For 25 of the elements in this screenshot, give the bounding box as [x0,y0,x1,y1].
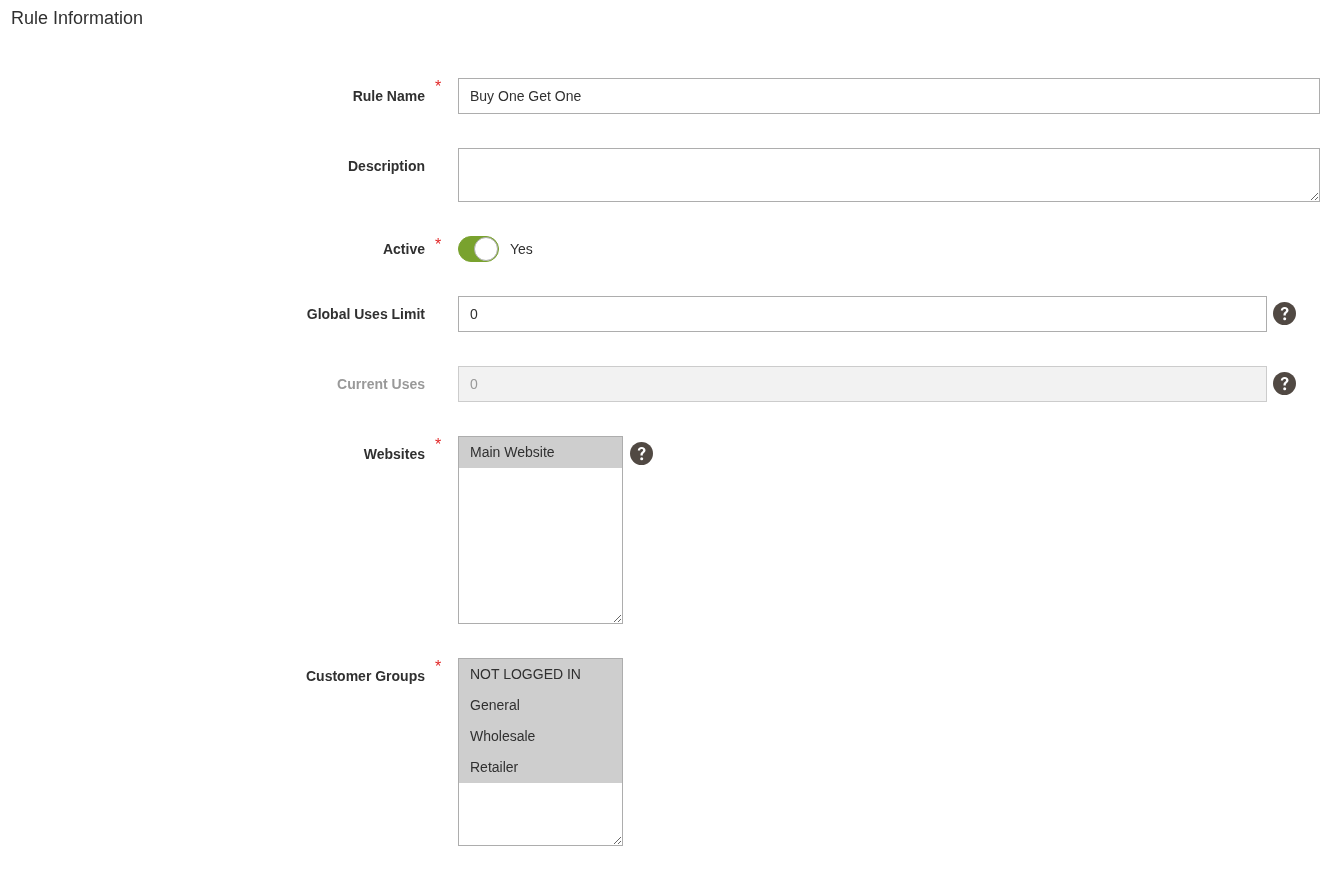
field-label: Description [347,157,425,176]
help-icon[interactable] [630,442,653,465]
text-input-field[interactable]: 0 [458,296,1267,332]
list-option[interactable]: General [459,690,622,721]
toggle-switch[interactable] [458,236,499,262]
field-label: Global Uses Limit [305,305,425,324]
list-option[interactable]: Main Website [459,437,622,468]
required-mark: * [434,657,442,675]
list-option[interactable]: Wholesale [459,721,622,752]
field-label: Active [381,240,425,259]
field-label: Rule Name [351,87,425,106]
list-option[interactable]: Retailer [459,752,622,783]
field-label: Customer Groups [305,667,425,686]
help-icon[interactable] [1273,302,1296,325]
section-title: Rule Information [11,7,145,30]
toggle-label: Yes [510,240,533,259]
text-input-field[interactable]: Buy One Get One [458,78,1320,114]
required-mark: * [434,235,442,253]
multiselect-list[interactable]: NOT LOGGED IN General Wholesale Retailer [458,658,623,846]
field-label: Current Uses [336,375,425,394]
list-option[interactable]: NOT LOGGED IN [459,659,622,690]
required-mark: * [434,77,442,95]
field-label: Websites [362,445,425,464]
required-mark: * [434,435,442,453]
multiselect-list[interactable]: Main Website [458,436,623,624]
